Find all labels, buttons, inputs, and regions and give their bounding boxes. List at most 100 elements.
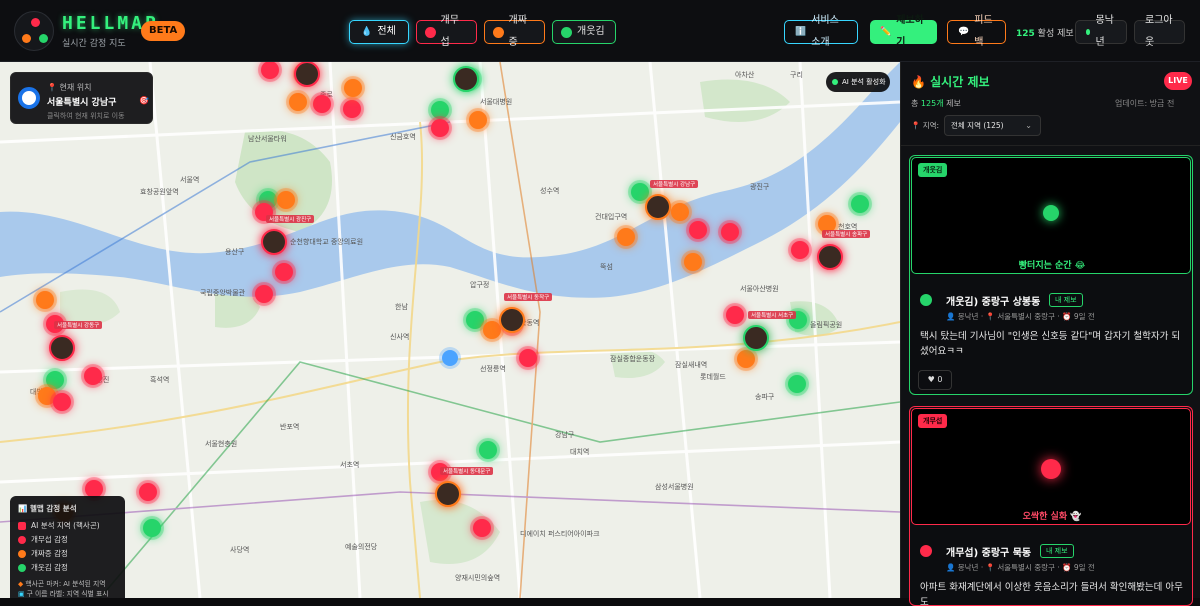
active-reports: 125 활성 제보 (1016, 29, 1074, 39)
emotion-marker[interactable] (721, 223, 739, 241)
emotion-marker[interactable] (289, 93, 307, 111)
emotion-marker[interactable] (791, 241, 809, 259)
filter-tabs: 💧 전체 개무섭 개짜증 개웃김 (349, 15, 616, 48)
emotion-marker[interactable] (617, 228, 635, 246)
card-title: 개무섭) 중랑구 묵동 (946, 548, 1032, 559)
emotion-marker[interactable] (851, 195, 869, 213)
emotion-marker[interactable] (313, 95, 331, 113)
photo-marker[interactable] (817, 244, 843, 270)
place-label: 대치역 (570, 448, 590, 456)
emotion-marker[interactable] (344, 79, 362, 97)
live-badge: LIVE (1164, 72, 1192, 90)
scary-face-icon (425, 26, 436, 38)
emotion-marker[interactable] (277, 191, 295, 209)
report-card[interactable]: 개웃김 빵터지는 순간 😂 개웃김) 중랑구 상봉동 내 제보 👤 몽낙년 · … (909, 155, 1193, 395)
emotion-map[interactable]: 남산서울타워 서울역 용산구 순천향대학교 중앙의료원 한남 압구정 신사역 잠실종합운동장 송… (0, 62, 900, 598)
emotion-marker[interactable] (737, 350, 755, 368)
pin-icon: 📍 (47, 83, 57, 92)
place-label: 송파구 (755, 393, 775, 401)
tab-scary[interactable]: 개무섭 (416, 15, 477, 48)
photo-marker[interactable] (453, 66, 479, 92)
place-label: 강남구 (555, 431, 575, 439)
emotion-marker[interactable] (726, 306, 744, 324)
tab-funny[interactable]: 개웃김 (552, 20, 616, 44)
district-label: 서울특별시 서초구 (748, 311, 797, 319)
drop-icon: 💧 (361, 27, 373, 37)
photo-marker[interactable] (645, 194, 671, 220)
emotion-marker[interactable] (53, 393, 71, 411)
photo-marker[interactable] (261, 229, 287, 255)
district-label: 서울특별시 강남구 (650, 180, 699, 188)
place-label: 롯데월드 (700, 373, 726, 381)
about-button[interactable]: ℹ️ 서비스 소개 (784, 15, 858, 48)
logout-button[interactable]: 로그아웃 (1134, 15, 1185, 48)
emotion-marker[interactable] (519, 349, 537, 367)
pin-icon: 📍 (911, 121, 921, 130)
app-header: HELLMAP 실시간 감정 지도 BETA 💧 전체 개무섭 개짜증 개웃김 … (0, 0, 1200, 62)
locate-button[interactable] (18, 87, 40, 109)
place-label: 서울아산병원 (740, 285, 779, 293)
emotion-marker[interactable] (466, 311, 484, 329)
legend-item: AI 분석 지역 (핵사곤) (18, 520, 117, 531)
emotion-dot-icon (18, 521, 26, 530)
emotion-marker[interactable] (343, 100, 361, 118)
emotion-marker[interactable] (479, 441, 497, 459)
emotion-marker[interactable] (36, 291, 54, 309)
place-label: 한남 (395, 303, 408, 311)
emotion-marker[interactable] (139, 483, 157, 501)
ai-status-dot-icon (832, 79, 838, 85)
photo-marker[interactable] (435, 481, 461, 507)
report-card[interactable]: 개무섭 오싹한 실화 👻 개무섭) 중랑구 묵동 내 제보 👤 몽낙년 · 📍 … (909, 406, 1193, 606)
place-label: 잠실종합운동장 (610, 355, 656, 363)
report-button[interactable]: ✏️ 제보하기 (870, 15, 937, 48)
region-select[interactable]: 전체 지역 (125) ⌄ (944, 115, 1041, 136)
photo-marker[interactable] (743, 325, 769, 351)
chat-icon: 💬 (958, 27, 970, 37)
emotion-marker[interactable] (143, 519, 161, 537)
emotion-marker[interactable] (671, 203, 689, 221)
feedback-button[interactable]: 💬 피드백 (947, 15, 1006, 48)
place-label: 압구정 (470, 281, 490, 289)
angry-face-icon (493, 26, 504, 38)
emotion-dot-icon (18, 535, 26, 544)
emotion-marker[interactable] (689, 221, 707, 239)
fire-icon: 🔥 (911, 75, 926, 89)
photo-marker[interactable] (499, 307, 525, 333)
place-label: 용산구 (225, 248, 245, 256)
photo-marker[interactable] (294, 62, 320, 87)
emotion-marker[interactable] (84, 367, 102, 385)
emotion-marker[interactable] (275, 263, 293, 281)
beta-badge: BETA (141, 21, 186, 41)
location-value: 서울특별시 강남구 (47, 98, 117, 108)
emotion-marker[interactable] (788, 375, 806, 393)
panel-title: 🔥 실시간 제보 (911, 75, 990, 89)
user-chip[interactable]: 몽낙년 (1075, 15, 1127, 48)
clock-icon: ⏰ (1062, 563, 1072, 572)
emotion-marker[interactable] (431, 101, 449, 119)
emotion-marker[interactable] (469, 111, 487, 129)
emotion-marker[interactable] (255, 285, 273, 303)
like-button[interactable]: ♥ 0 (918, 370, 952, 390)
district-label: 서울특별시 동대문구 (440, 467, 494, 475)
chart-icon: 📊 (18, 504, 28, 513)
emotion-marker[interactable] (431, 119, 449, 137)
emotion-marker[interactable] (631, 183, 649, 201)
card-body: 아파트 화재계단에서 이상한 웃음소리가 들려서 확인해봤는데 아무도 (920, 582, 1183, 606)
current-location-card[interactable]: 📍 현재 위치 서울특별시 강남구 🎯 클릭하여 현재 위치로 이동 (10, 72, 153, 124)
emotion-marker[interactable] (684, 253, 702, 271)
target-icon: 🎯 (139, 96, 149, 105)
map-legend: 📊 헬맵 감정 분석 AI 분석 지역 (핵사곤) 개무섭 감정 개짜증 감정 개웃김… (10, 496, 125, 598)
location-title: 현재 위치 (59, 83, 92, 92)
tab-all[interactable]: 💧 전체 (349, 20, 409, 44)
emotion-dot-icon (18, 549, 26, 558)
photo-marker[interactable] (49, 335, 75, 361)
legend-item: 개짜증 감정 (18, 548, 117, 559)
emotion-marker[interactable] (473, 519, 491, 537)
card-image: 개무섭 오싹한 실화 👻 (911, 408, 1191, 525)
tab-annoying[interactable]: 개짜증 (484, 15, 545, 48)
place-label: 구리 (790, 71, 803, 79)
emotion-marker[interactable] (483, 321, 501, 339)
place-label: 양재시민의숲역 (455, 574, 501, 582)
region-filter: 📍 지역: (911, 121, 940, 130)
diamond-icon: ◆ (18, 580, 24, 588)
